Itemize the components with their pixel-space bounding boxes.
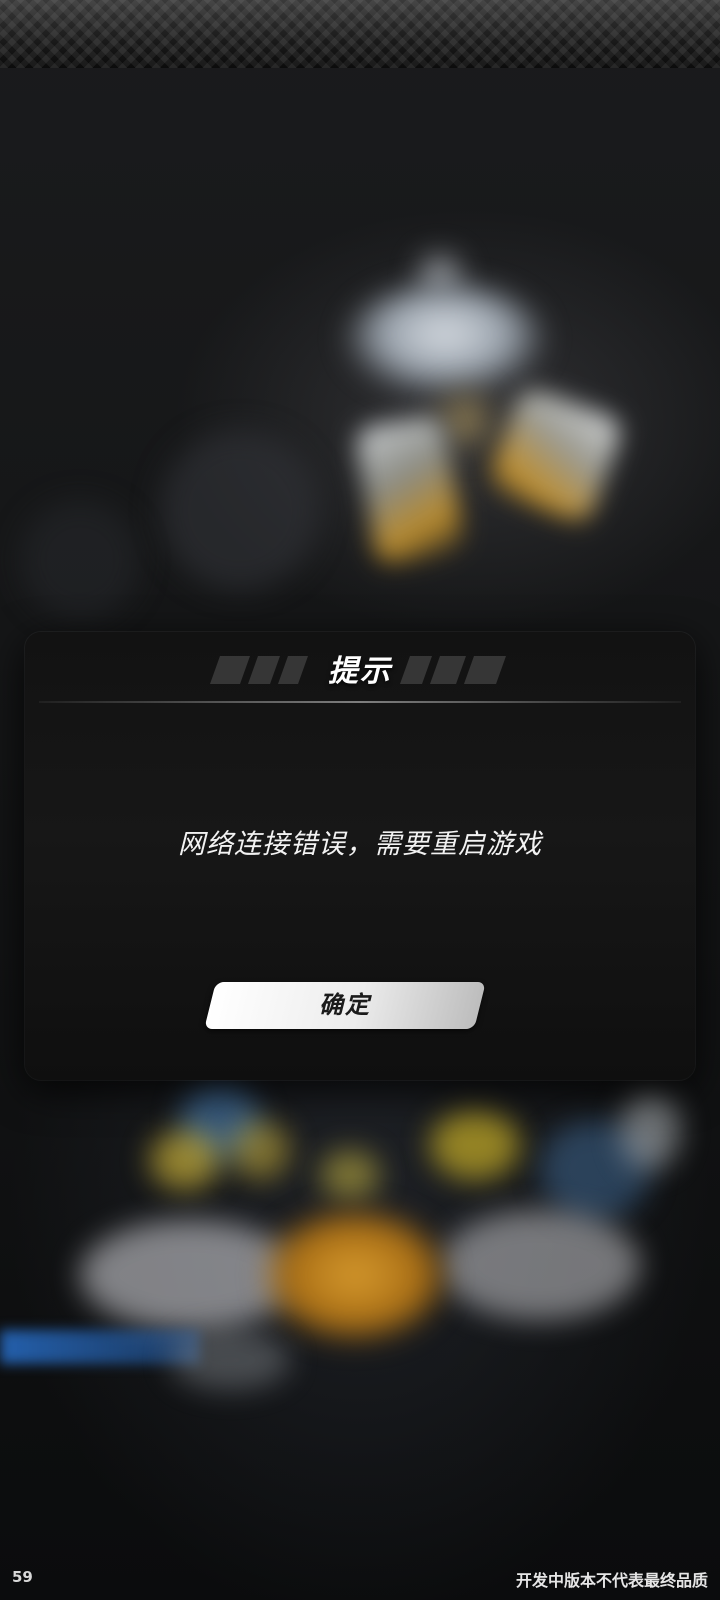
background-art: [160, 430, 320, 590]
background-lobby-art: [320, 1150, 380, 1200]
background-lobby-art: [150, 1130, 220, 1190]
confirm-button-label: 确定: [319, 991, 371, 1019]
confirm-button[interactable]: 确定: [204, 982, 486, 1029]
background-lobby-art: [440, 1210, 640, 1320]
dialog-message: 网络连接错误，需要重启游戏: [178, 829, 542, 860]
background-lobby-art: [230, 1120, 290, 1180]
background-lobby-art: [430, 1110, 520, 1180]
background-lobby-art: [265, 1210, 445, 1340]
background-lobby-art: [170, 1330, 290, 1390]
background-mech-art: [484, 384, 626, 526]
game-screen: 提示 网络连接错误，需要重启游戏 确定 59 开发中版本不代表最终品质: [0, 0, 720, 1600]
fps-counter: 59: [12, 1568, 33, 1586]
background-lobby-art: [620, 1090, 680, 1170]
dev-build-watermark: 开发中版本不代表最终品质: [515, 1571, 708, 1590]
background-art: [20, 500, 140, 620]
dialog-title: 提示: [328, 654, 392, 689]
top-status-band: [0, 0, 720, 68]
dialog-header: 提示: [25, 632, 695, 703]
header-divider: [39, 701, 681, 703]
background-mech-art: [345, 285, 545, 395]
network-error-dialog: 提示 网络连接错误，需要重启游戏 确定: [25, 632, 695, 1080]
